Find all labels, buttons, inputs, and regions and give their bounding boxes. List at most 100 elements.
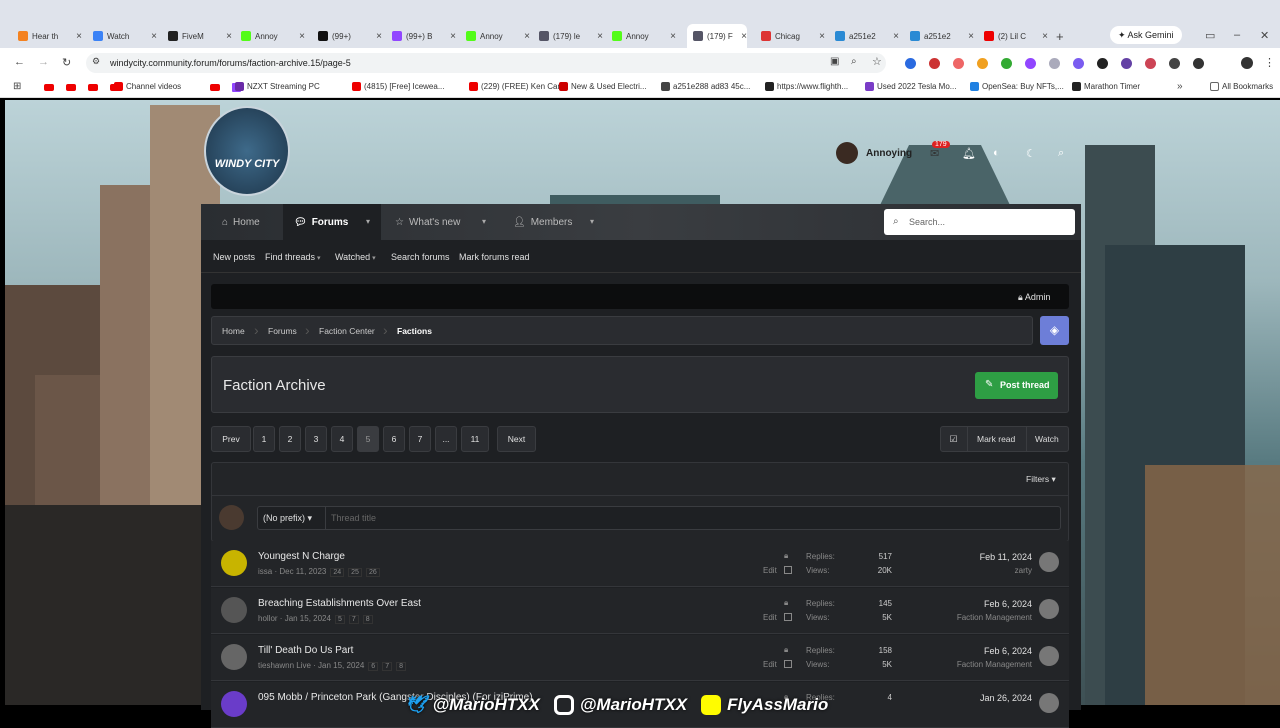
- page-6-button[interactable]: 6: [383, 426, 405, 452]
- extension-icon[interactable]: [953, 58, 964, 69]
- page-2-button[interactable]: 2: [279, 426, 301, 452]
- site-info-icon[interactable]: ⚙: [92, 56, 100, 67]
- page-3-button[interactable]: 3: [305, 426, 327, 452]
- page-1-button[interactable]: 1: [253, 426, 275, 452]
- back-icon[interactable]: ←: [14, 56, 25, 68]
- mark-read-button[interactable]: Mark read: [977, 434, 1015, 444]
- search-input[interactable]: Search...: [884, 209, 1075, 235]
- extension-icon[interactable]: [905, 58, 916, 69]
- edit-link[interactable]: Edit: [763, 613, 777, 622]
- last-post-date[interactable]: Feb 6, 2024: [942, 646, 1032, 656]
- user-name[interactable]: Annoying: [866, 148, 912, 159]
- reload-icon[interactable]: ↻: [62, 56, 71, 69]
- minimize-icon[interactable]: –: [1234, 29, 1240, 41]
- browser-tab[interactable]: (99+) ×: [318, 27, 382, 45]
- extension-icon[interactable]: [977, 58, 988, 69]
- browser-tab[interactable]: Chicag ×: [761, 27, 825, 45]
- profile-avatar[interactable]: [1241, 57, 1253, 69]
- browser-tab[interactable]: Watch ×: [93, 27, 157, 45]
- next-page-button[interactable]: Next: [497, 426, 536, 452]
- nav-home[interactable]: ⌂ Home: [222, 217, 260, 228]
- bookmark-item[interactable]: a251e288 ad83 45c...: [661, 82, 750, 91]
- chevron-down-icon[interactable]: ▾: [482, 217, 486, 226]
- youtube-bookmark-icon[interactable]: [88, 84, 98, 91]
- subnav-item[interactable]: New posts: [213, 252, 255, 262]
- thread-title[interactable]: Breaching Establishments Over East: [258, 598, 421, 609]
- site-logo[interactable]: WINDY CITY: [204, 106, 290, 196]
- browser-tab[interactable]: Annoy ×: [241, 27, 305, 45]
- bell-icon[interactable]: 🔔︎: [962, 147, 976, 160]
- last-poster-avatar[interactable]: [1039, 693, 1059, 713]
- bookmark-item[interactable]: Used 2022 Tesla Mo...: [865, 82, 956, 91]
- last-poster-avatar[interactable]: [1039, 646, 1059, 666]
- close-tab-icon[interactable]: ×: [1042, 31, 1048, 42]
- last-poster-avatar[interactable]: [1039, 599, 1059, 619]
- subnav-item[interactable]: Find threads ▾: [265, 252, 321, 262]
- subnav-item[interactable]: Search forums: [391, 252, 450, 262]
- extension-icon[interactable]: [1025, 58, 1036, 69]
- extension-icon[interactable]: [1193, 58, 1204, 69]
- extension-icon[interactable]: [1169, 58, 1180, 69]
- page-4-button[interactable]: 4: [331, 426, 353, 452]
- last-post-date[interactable]: Jan 26, 2024: [942, 693, 1032, 703]
- browser-tab[interactable]: Annoy ×: [612, 27, 676, 45]
- bookmark-star-icon[interactable]: ☆: [872, 55, 882, 68]
- select-checkbox[interactable]: [784, 660, 792, 668]
- thread-page-link[interactable]: 8: [362, 615, 373, 624]
- chevron-down-icon[interactable]: ▾: [366, 217, 370, 226]
- breadcrumb-item[interactable]: Faction Center: [319, 326, 375, 336]
- bookmark-item[interactable]: NZXT Streaming PC: [235, 82, 320, 91]
- browser-tab[interactable]: Hear th ×: [18, 27, 82, 45]
- close-tab-icon[interactable]: ×: [151, 31, 157, 42]
- install-icon[interactable]: ▣: [830, 56, 839, 67]
- browser-tab[interactable]: (99+) B ×: [392, 27, 456, 45]
- bookmark-item[interactable]: Marathon Timer: [1072, 82, 1140, 91]
- close-tab-icon[interactable]: ×: [76, 31, 82, 42]
- bookmark-item[interactable]: Channel videos: [114, 82, 181, 91]
- quick-thread-input[interactable]: [257, 506, 1061, 530]
- browser-tab[interactable]: a251e2 ×: [910, 27, 974, 45]
- close-tab-icon[interactable]: ×: [376, 31, 382, 42]
- browser-tab[interactable]: (179) le ×: [539, 27, 603, 45]
- thread-avatar[interactable]: [221, 597, 247, 623]
- prev-page-button[interactable]: Prev: [211, 426, 251, 452]
- breadcrumb-item[interactable]: Forums: [268, 326, 297, 336]
- select-checkbox-icon[interactable]: ☑: [940, 426, 968, 452]
- extension-icon[interactable]: [929, 58, 940, 69]
- last-post-date[interactable]: Feb 11, 2024: [942, 552, 1032, 562]
- page-ellipsis-button[interactable]: ...: [435, 426, 457, 452]
- page-11-button[interactable]: 11: [461, 426, 489, 452]
- style-toggle-icon[interactable]: ◐: [993, 147, 1000, 159]
- watch-button[interactable]: Watch: [1035, 434, 1059, 444]
- extension-icon[interactable]: [1001, 58, 1012, 69]
- forward-icon[interactable]: →: [38, 56, 49, 68]
- close-tab-icon[interactable]: ×: [819, 31, 825, 42]
- bookmark-item[interactable]: OpenSea: Buy NFTs,...: [970, 82, 1064, 91]
- extension-icon[interactable]: [1121, 58, 1132, 69]
- thread-page-link[interactable]: 5: [334, 615, 345, 624]
- thread-avatar[interactable]: [221, 691, 247, 717]
- chevron-down-icon[interactable]: ▾: [590, 217, 594, 226]
- close-tab-icon[interactable]: ×: [893, 31, 899, 42]
- extension-icon[interactable]: [1097, 58, 1108, 69]
- menu-icon[interactable]: ⋮: [1264, 56, 1275, 69]
- browser-tab[interactable]: (2) Lil C ×: [984, 27, 1048, 45]
- close-tab-icon[interactable]: ×: [299, 31, 305, 42]
- thread-row[interactable]: Youngest N Charge issa · Dec 11, 2023 24 25…: [211, 541, 1069, 587]
- thread-author[interactable]: tieshawnn Live: [258, 661, 311, 670]
- thread-avatar[interactable]: [221, 550, 247, 576]
- subnav-item[interactable]: Mark forums read: [459, 252, 530, 262]
- thread-avatar[interactable]: [221, 644, 247, 670]
- breadcrumb-item[interactable]: Home: [222, 326, 245, 336]
- prefix-select[interactable]: (No prefix) ▾: [257, 506, 326, 530]
- bookmark-item[interactable]: (4815) [Free] Icewea...: [352, 82, 444, 91]
- close-tab-icon[interactable]: ×: [450, 31, 456, 42]
- thread-row[interactable]: Till' Death Do Us Part tieshawnn Live · J…: [211, 635, 1069, 681]
- discord-icon[interactable]: ◈: [1040, 316, 1069, 345]
- zoom-icon[interactable]: ⌕: [851, 56, 857, 67]
- page-5-button[interactable]: 5: [357, 426, 379, 452]
- browser-tab[interactable]: a251e2 ×: [835, 27, 899, 45]
- extension-icon[interactable]: [1145, 58, 1156, 69]
- nav-forums[interactable]: 💬︎ Forums: [294, 217, 348, 228]
- last-poster[interactable]: zarty: [912, 566, 1032, 575]
